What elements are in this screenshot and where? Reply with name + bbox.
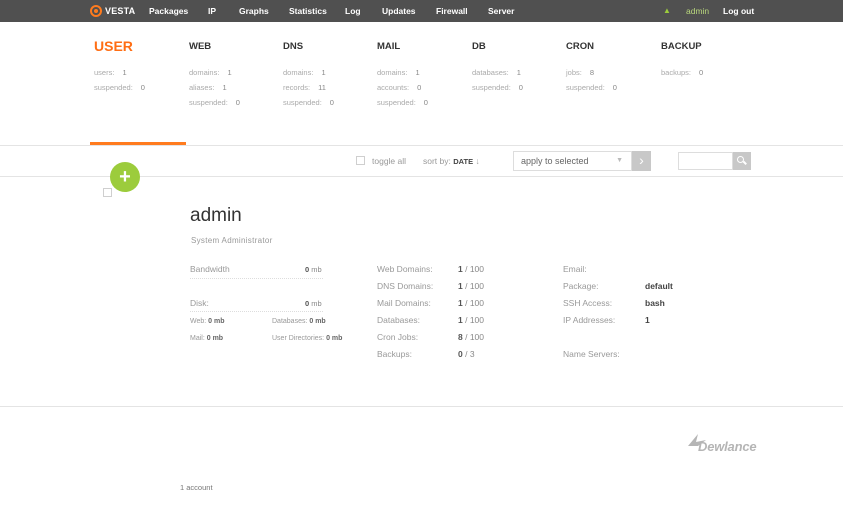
nav-statistics[interactable]: Statistics [289,0,327,22]
nav-user[interactable]: admin [686,0,709,22]
stat-line: domains: 1 [283,68,326,77]
counter-label: Databases: [377,315,420,325]
nav-firewall[interactable]: Firewall [436,0,468,22]
stat-line: suspended: 0 [377,98,428,107]
counter-value: 1 / 100 [458,281,485,291]
package-value: default [645,281,673,291]
stat-dns[interactable]: DNS domains: 1 records: 11 suspended: 0 [283,40,334,110]
stat-db[interactable]: DB databases: 1 suspended: 0 [472,40,523,95]
stat-line: suspended: 0 [566,83,617,92]
divider [0,145,843,146]
counter-value: 1 / 100 [458,264,485,274]
bandwidth-value: 0 mb [305,265,322,274]
stat-mail[interactable]: MAIL domains: 1 accounts: 0 suspended: 0 [377,40,428,110]
counter-value: 0 / 3 [458,349,475,359]
divider [190,278,323,279]
counter-label: DNS Domains: [377,281,434,291]
logout-link[interactable]: Log out [723,0,754,22]
email-label: Email: [563,264,587,274]
counter-label: Mail Domains: [377,298,431,308]
stat-line: jobs: 8 [566,68,595,77]
counter-value: 1 / 100 [458,298,485,308]
ssh-label: SSH Access: [563,298,613,308]
nav-updates[interactable]: Updates [382,0,416,22]
ip-value: 1 [645,315,650,325]
search-input[interactable] [678,152,733,170]
nav-server[interactable]: Server [488,0,514,22]
row-checkbox[interactable] [103,188,112,197]
user-role: System Administrator [191,236,273,245]
plus-icon: + [119,166,131,188]
add-user-button[interactable]: + [110,162,140,192]
stat-title: DB [472,41,486,52]
sort-by[interactable]: sort by: DATE ↓ [423,156,480,166]
nav-graphs[interactable]: Graphs [239,0,269,22]
sort-value: DATE [453,157,474,166]
bulk-action-select[interactable]: apply to selected ▼ [513,151,632,171]
disk-label: Disk: [190,298,209,308]
stat-line: domains: 1 [189,68,232,77]
toggle-all-checkbox[interactable] [356,156,365,165]
stat-line: records: 11 [283,83,326,92]
stat-line: databases: 1 [472,68,521,77]
counter-label: Cron Jobs: [377,332,419,342]
stat-line: backups: 0 [661,68,704,77]
databases-usage: Databases: 0 mb [272,318,326,325]
top-nav: VESTA Packages IP Graphs Statistics Log … [0,0,843,22]
dewlance-logo[interactable]: Dewlance [686,432,766,458]
counter-value: 1 / 100 [458,315,485,325]
stat-backup[interactable]: BACKUP backups: 0 [661,40,703,80]
chevron-down-icon: ▼ [616,157,623,164]
bell-icon[interactable]: ▲ [663,6,671,15]
apply-button[interactable]: › [632,151,651,171]
logo-text: VESTA [105,6,136,16]
stat-line: suspended: 0 [472,83,523,92]
search-button[interactable] [733,152,751,170]
stat-cron[interactable]: CRON jobs: 8 suspended: 0 [566,40,617,95]
nav-ip[interactable]: IP [208,0,216,22]
disk-value: 0 mb [305,299,322,308]
counter-label: Web Domains: [377,264,433,274]
ip-label: IP Addresses: [563,315,616,325]
brand-text: Dewlance [698,439,757,454]
userdirs-usage: User Directories: 0 mb [272,335,343,342]
user-name[interactable]: admin [190,205,242,227]
stat-line: aliases: 1 [189,83,227,92]
stat-line: users: 1 [94,68,127,77]
ssh-value: bash [645,298,665,308]
nav-log[interactable]: Log [345,0,361,22]
mail-usage: Mail: 0 mb [190,335,224,342]
bandwidth-label: Bandwidth [190,264,230,274]
nav-packages[interactable]: Packages [149,0,188,22]
stat-title: CRON [566,41,594,52]
sort-by-label: sort by: [423,156,451,166]
stat-web[interactable]: WEB domains: 1 aliases: 1 suspended: 0 [189,40,240,110]
counter-value: 8 / 100 [458,332,485,342]
stat-line: suspended: 0 [283,98,334,107]
stat-title: USER [94,38,133,54]
stat-line: suspended: 0 [189,98,240,107]
package-label: Package: [563,281,599,291]
stat-title: BACKUP [661,41,702,52]
account-count: 1 account [180,483,213,492]
name-servers-label: Name Servers: [563,349,620,359]
counter-label: Backups: [377,349,412,359]
stat-title: DNS [283,41,304,52]
bulk-action-value: apply to selected [521,156,589,166]
stat-line: accounts: 0 [377,83,422,92]
vesta-logo-icon [90,5,102,17]
divider [190,311,323,312]
stat-title: MAIL [377,41,401,52]
divider [0,406,843,407]
sort-arrow-icon: ↓ [475,156,480,166]
stat-user[interactable]: USER users: 1 suspended: 0 [94,38,145,95]
stat-line: domains: 1 [377,68,420,77]
stat-title: WEB [189,41,212,52]
toggle-all-label[interactable]: toggle all [372,156,406,166]
stat-line: suspended: 0 [94,83,145,92]
web-usage: Web: 0 mb [190,318,225,325]
vesta-logo[interactable]: VESTA [90,4,135,18]
